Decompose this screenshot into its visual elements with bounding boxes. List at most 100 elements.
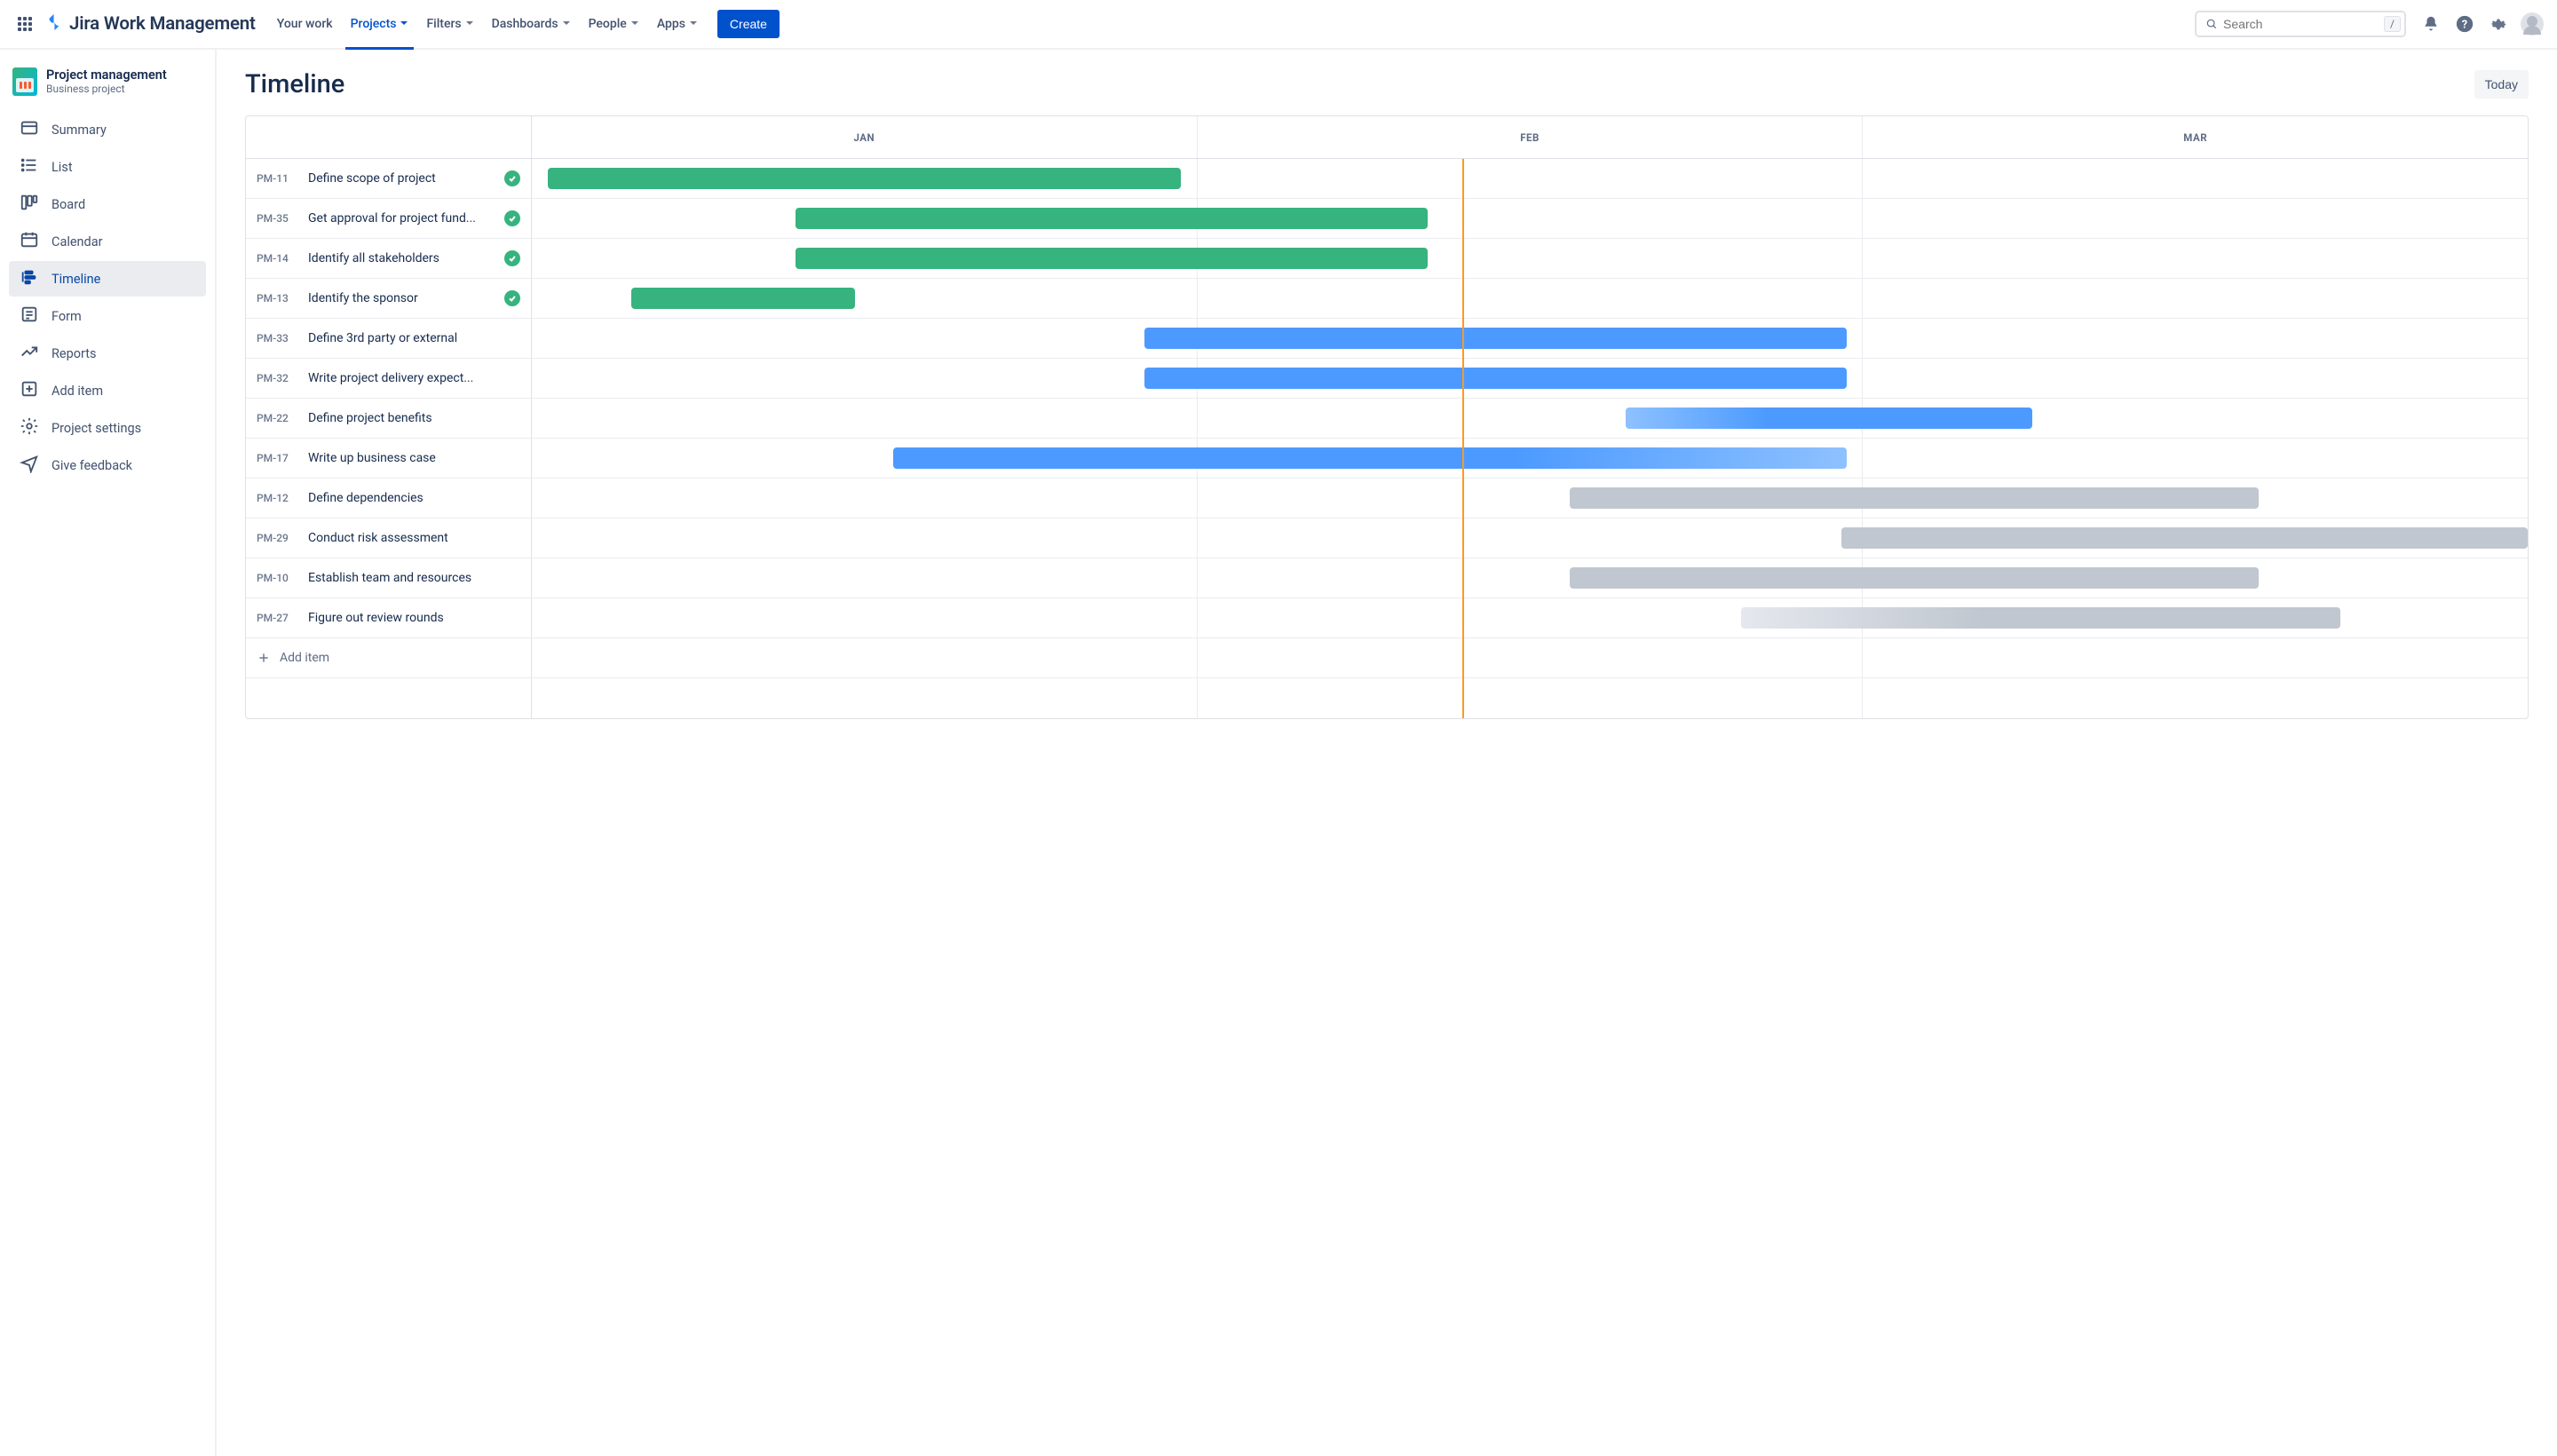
sidebar-item-add-item[interactable]: Add item <box>9 373 206 408</box>
task-bar[interactable] <box>1570 567 2259 589</box>
nav-item-projects[interactable]: Projects <box>342 0 418 49</box>
task-title: Define project benefits <box>308 411 520 425</box>
nav-item-people[interactable]: People <box>580 0 648 49</box>
blank-row <box>246 678 2528 718</box>
task-bar[interactable] <box>1741 607 2339 629</box>
timeline-icon <box>20 267 39 290</box>
timeline-row-track[interactable] <box>532 598 2528 637</box>
timeline-row[interactable]: PM-35Get approval for project fund... <box>246 199 2528 239</box>
calendar-icon <box>20 230 39 253</box>
project-icon <box>12 67 37 96</box>
add-item-left[interactable]: Add item <box>246 638 532 677</box>
today-button[interactable]: Today <box>2474 70 2529 99</box>
settings-icon[interactable] <box>2484 10 2513 38</box>
task-title: Establish team and resources <box>308 571 520 585</box>
timeline-row-track[interactable] <box>532 518 2528 558</box>
timeline-row[interactable]: PM-22Define project benefits <box>246 399 2528 439</box>
timeline-row[interactable]: PM-14Identify all stakeholders <box>246 239 2528 279</box>
timeline-row-track[interactable] <box>532 558 2528 597</box>
timeline-row[interactable]: PM-33Define 3rd party or external <box>246 319 2528 359</box>
timeline-row[interactable]: PM-12Define dependencies <box>246 479 2528 518</box>
task-key: PM-11 <box>257 172 301 185</box>
nav-item-filters[interactable]: Filters <box>417 0 482 49</box>
reports-icon <box>20 342 39 365</box>
profile-avatar[interactable] <box>2518 10 2546 38</box>
sidebar-item-project-settings[interactable]: Project settings <box>9 410 206 446</box>
notifications-icon[interactable] <box>2417 10 2445 38</box>
task-bar[interactable] <box>1626 408 2033 429</box>
timeline-row[interactable]: PM-13 Identify the sponsor <box>246 279 2528 319</box>
timeline-row-track[interactable] <box>532 479 2528 518</box>
sidebar-item-reports[interactable]: Reports <box>9 336 206 371</box>
nav-item-dashboards[interactable]: Dashboards <box>483 0 580 49</box>
timeline-row-left: PM-17Write up business case <box>246 439 532 478</box>
sidebar-item-label: Add item <box>51 384 103 399</box>
nav-items: Your workProjectsFiltersDashboards People… <box>268 0 707 49</box>
task-bar[interactable] <box>1144 368 1847 389</box>
timeline-row-track[interactable] <box>532 399 2528 438</box>
app-switcher-icon[interactable] <box>11 10 39 38</box>
sidebar-item-calendar[interactable]: Calendar <box>9 224 206 259</box>
task-bar[interactable] <box>548 168 1181 189</box>
timeline-row[interactable]: PM-10Establish team and resources <box>246 558 2528 598</box>
task-key: PM-13 <box>257 292 301 305</box>
task-bar[interactable] <box>796 248 1429 269</box>
create-button[interactable]: Create <box>717 10 780 38</box>
task-key: PM-33 <box>257 332 301 344</box>
timeline-row[interactable]: PM-11Define scope of project <box>246 159 2528 199</box>
sidebar-item-label: Form <box>51 309 82 324</box>
nav-item-apps[interactable]: Apps <box>648 0 707 49</box>
sidebar-item-label: Project settings <box>51 421 141 436</box>
nav-item-label: People <box>589 17 627 31</box>
add-item-label: Add item <box>280 651 329 665</box>
timeline-row-left: PM-27Figure out review rounds <box>246 598 532 637</box>
task-bar[interactable] <box>796 208 1429 229</box>
settings-icon <box>20 416 39 439</box>
project-header[interactable]: Project management Business project <box>9 67 206 96</box>
search-box[interactable]: / <box>2195 11 2406 37</box>
timeline-row[interactable]: PM-32 Write project delivery expect... <box>246 359 2528 399</box>
timeline-row-track[interactable] <box>532 279 2528 318</box>
timeline-row-left: PM-13 Identify the sponsor <box>246 279 532 318</box>
sidebar-item-list[interactable]: List <box>9 149 206 185</box>
project-type: Business project <box>46 83 167 95</box>
task-title: Figure out review rounds <box>308 611 520 625</box>
timeline-row-track[interactable] <box>532 319 2528 358</box>
help-icon[interactable]: ? <box>2450 10 2479 38</box>
task-bar[interactable] <box>893 447 1848 469</box>
task-bar[interactable] <box>1570 487 2259 509</box>
timeline-row[interactable]: PM-17Write up business case <box>246 439 2528 479</box>
sidebar-item-give-feedback[interactable]: Give feedback <box>9 447 206 483</box>
task-key: PM-29 <box>257 532 301 544</box>
nav-item-your-work[interactable]: Your work <box>268 0 342 49</box>
timeline-row-track[interactable] <box>532 159 2528 198</box>
list-icon <box>20 155 39 178</box>
task-bar[interactable] <box>1841 527 2528 549</box>
summary-icon <box>20 118 39 141</box>
timeline-row-track[interactable] <box>532 199 2528 238</box>
sidebar-item-board[interactable]: Board <box>9 186 206 222</box>
task-key: PM-32 <box>257 372 301 384</box>
add-item-icon <box>20 379 39 402</box>
task-bar[interactable] <box>631 288 855 309</box>
timeline-row-track[interactable] <box>532 239 2528 278</box>
sidebar-item-form[interactable]: Form <box>9 298 206 334</box>
timeline-row-track[interactable] <box>532 439 2528 478</box>
nav-right-icons: ? <box>2417 10 2546 38</box>
product-logo[interactable]: Jira Work Management <box>44 12 256 36</box>
sidebar: Project management Business project Summ… <box>0 50 217 1456</box>
timeline-row[interactable]: PM-29 Conduct risk assessment <box>246 518 2528 558</box>
sidebar-item-summary[interactable]: Summary <box>9 112 206 147</box>
task-title: Conduct risk assessment <box>308 531 520 545</box>
timeline-container: JANFEBMAR PM-11Define scope of projectPM… <box>245 115 2529 719</box>
timeline-row-track[interactable] <box>532 359 2528 398</box>
month-header-mar: MAR <box>1863 116 2528 158</box>
sidebar-item-timeline[interactable]: Timeline <box>9 261 206 297</box>
task-title: Write project delivery expect... <box>308 371 520 385</box>
search-input[interactable] <box>2223 17 2384 31</box>
chevron-down-icon <box>465 17 474 31</box>
task-title: Identify the sponsor <box>308 291 497 305</box>
timeline-row[interactable]: PM-27Figure out review rounds <box>246 598 2528 638</box>
task-bar[interactable] <box>1144 328 1847 349</box>
add-item-row[interactable]: Add item <box>246 638 2528 678</box>
